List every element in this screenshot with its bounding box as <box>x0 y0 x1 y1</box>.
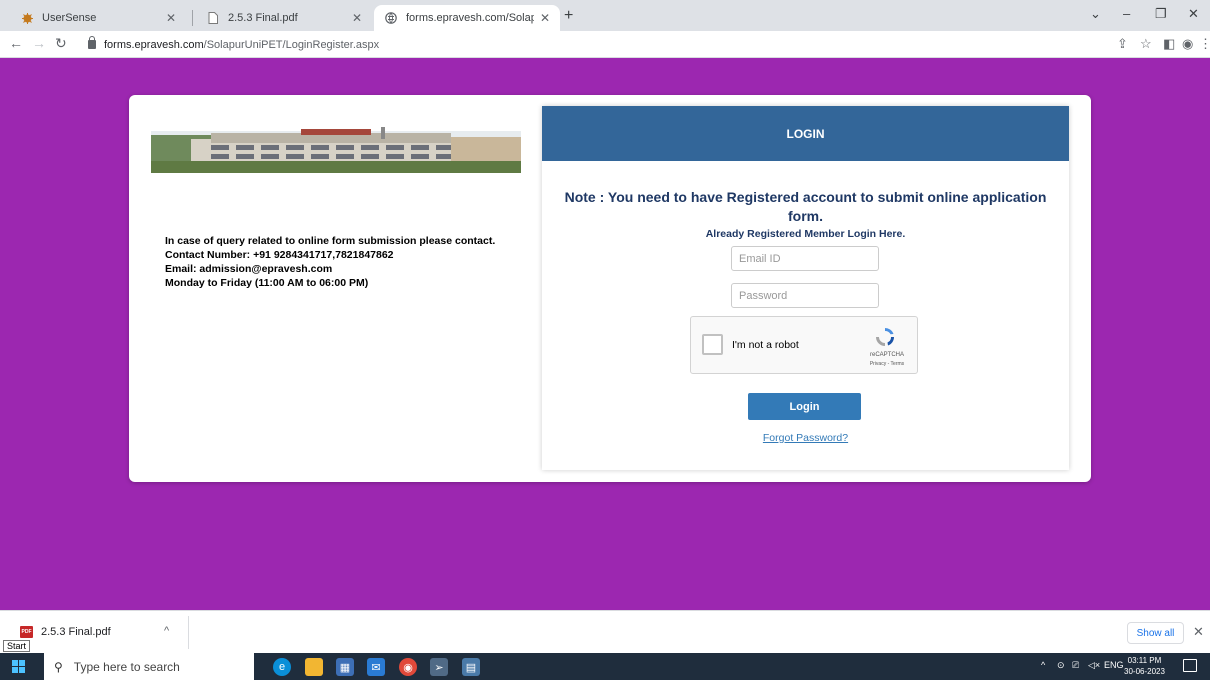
downloads-bar: PDF 2.5.3 Final.pdf ^ Show all ✕ <box>0 610 1210 653</box>
login-panel: LOGIN Note : You need to have Registered… <box>542 106 1069 470</box>
forward-icon[interactable]: → <box>32 35 46 51</box>
divider <box>188 616 189 649</box>
network-icon[interactable]: ⎚ <box>1072 660 1079 671</box>
reload-icon[interactable]: ↻ <box>55 35 67 52</box>
language-indicator[interactable]: ENG <box>1104 660 1124 670</box>
pdf-file-icon: PDF <box>20 626 33 638</box>
contact-query-text: In case of query related to online form … <box>165 235 496 247</box>
globe-icon <box>384 11 398 25</box>
tab-epravesh[interactable]: forms.epravesh.com/SolapurUni ✕ <box>374 5 560 31</box>
bookmark-star-icon[interactable]: ☆ <box>1140 36 1152 52</box>
registration-note: Note : You need to have Registered accou… <box>564 189 1047 224</box>
contact-email: Email: admission@epravesh.com <box>165 263 333 275</box>
network-app-icon[interactable]: ▤ <box>462 658 480 676</box>
new-tab-button[interactable]: + <box>564 7 573 25</box>
recaptcha-logo-icon <box>876 328 894 346</box>
close-icon[interactable]: ✕ <box>540 11 550 25</box>
windows-start-icon[interactable] <box>12 660 25 673</box>
close-window-icon[interactable]: ✕ <box>1188 6 1199 22</box>
mail-icon[interactable]: ✉ <box>367 658 385 676</box>
password-field[interactable] <box>731 283 879 308</box>
tab-title: 2.5.3 Final.pdf <box>228 12 298 24</box>
profile-icon[interactable]: ◉ <box>1182 36 1193 52</box>
url-host: forms.epravesh.com <box>104 38 204 51</box>
chrome-icon[interactable]: ◉ <box>399 658 417 676</box>
login-button[interactable]: Login <box>748 393 861 420</box>
search-placeholder: Type here to search <box>73 659 180 674</box>
contact-hours: Monday to Friday (11:00 AM to 06:00 PM) <box>165 277 369 289</box>
usersense-favicon <box>20 11 34 25</box>
chevron-up-icon[interactable]: ^ <box>164 625 169 637</box>
recaptcha-brand: reCAPTCHA <box>869 352 904 358</box>
share-icon[interactable]: ⇪ <box>1117 36 1128 52</box>
speaker-muted-icon[interactable]: ◁× <box>1088 660 1100 671</box>
menu-kebab-icon[interactable]: ⋮ <box>1199 36 1210 52</box>
browser-toolbar: ← → ↻ forms.epravesh.com/SolapurUniPET/L… <box>0 31 1210 58</box>
file-explorer-icon[interactable] <box>305 658 323 676</box>
taskbar-search-box[interactable]: ⚲ Type here to search <box>44 653 254 680</box>
clock-time: 03:11 PM <box>1127 656 1162 665</box>
contact-number: Contact Number: +91 9284341717,782184786… <box>165 249 394 261</box>
store-icon[interactable]: ▦ <box>336 658 354 676</box>
lock-icon <box>88 36 96 49</box>
show-all-button[interactable]: Show all <box>1127 622 1184 644</box>
clock-date: 30-06-2023 <box>1124 667 1165 676</box>
minimize-icon[interactable]: – <box>1123 6 1130 21</box>
login-header: LOGIN <box>542 106 1069 161</box>
system-clock[interactable]: 03:11 PM 30-06-2023 <box>1124 655 1165 677</box>
tab-title: forms.epravesh.com/SolapurUni <box>406 12 534 24</box>
close-icon[interactable]: ✕ <box>1193 624 1204 640</box>
search-icon: ⚲ <box>54 659 63 674</box>
page-card: In case of query related to online form … <box>129 95 1091 482</box>
app-icon[interactable]: ➢ <box>430 658 448 676</box>
back-icon[interactable]: ← <box>9 35 23 51</box>
onedrive-icon[interactable]: ⊙ <box>1057 660 1065 671</box>
tab-divider <box>192 10 193 26</box>
tab-strip: UserSense ✕ 2.5.3 Final.pdf ✕ forms.epra… <box>0 0 1210 31</box>
tab-pdf[interactable]: 2.5.3 Final.pdf ✕ <box>196 5 372 31</box>
recaptcha-label: I'm not a robot <box>732 339 799 351</box>
windows-taskbar: ⚲ Type here to search e ▦ ✉ ◉ ➢ ▤ ^ ⊙ ⎚ … <box>0 653 1210 680</box>
download-item[interactable]: PDF 2.5.3 Final.pdf <box>20 626 111 638</box>
university-campus-image <box>151 123 521 183</box>
contact-info: In case of query related to online form … <box>165 234 495 290</box>
tab-search-icon[interactable]: ⌄ <box>1090 6 1101 22</box>
side-panel-icon[interactable]: ◧ <box>1163 36 1175 52</box>
close-icon[interactable]: ✕ <box>352 11 362 25</box>
recaptcha-terms-link[interactable]: Privacy - Terms <box>859 361 915 367</box>
email-field[interactable] <box>731 246 879 271</box>
chevron-up-icon[interactable]: ^ <box>1041 660 1045 670</box>
tab-usersense[interactable]: UserSense ✕ <box>10 5 186 31</box>
notification-icon[interactable] <box>1183 659 1197 672</box>
download-filename: 2.5.3 Final.pdf <box>41 626 111 638</box>
login-subheading: Already Registered Member Login Here. <box>705 228 906 240</box>
restore-icon[interactable]: ❐ <box>1155 6 1167 22</box>
edge-browser-icon[interactable]: e <box>273 658 291 676</box>
recaptcha-widget: I'm not a robot reCAPTCHA Privacy - Term… <box>690 316 918 374</box>
tab-title: UserSense <box>42 12 97 24</box>
url-path: /SolapurUniPET/LoginRegister.aspx <box>203 38 380 51</box>
address-bar[interactable]: forms.epravesh.com/SolapurUniPET/LoginRe… <box>88 34 1088 55</box>
pdf-file-icon <box>206 11 220 25</box>
close-icon[interactable]: ✕ <box>166 11 176 25</box>
start-tooltip: Start <box>3 640 31 652</box>
forgot-password-link[interactable]: Forgot Password? <box>542 432 1069 444</box>
recaptcha-checkbox[interactable] <box>702 334 723 355</box>
